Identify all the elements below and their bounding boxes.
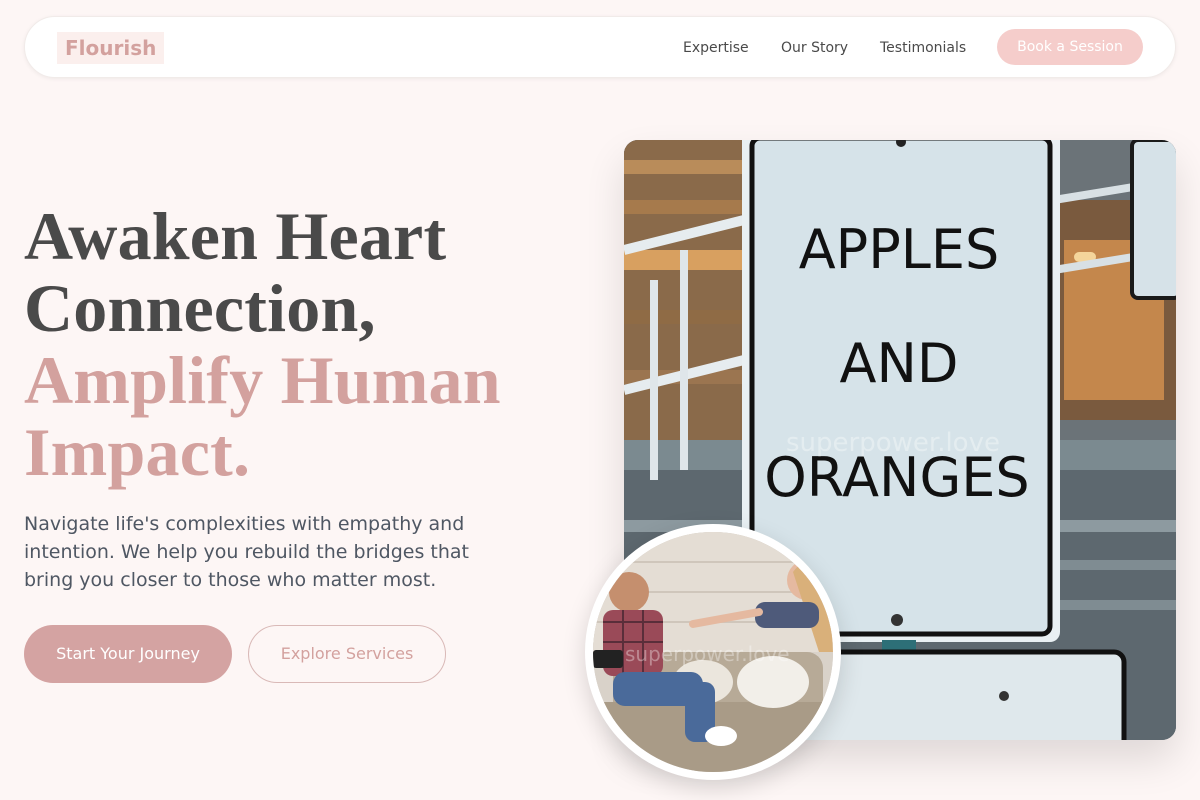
headline-accent-line-2: Impact.	[24, 414, 251, 490]
sign-text-and: AND	[840, 332, 959, 395]
sign-text-oranges: ORANGES	[764, 446, 1029, 509]
headline-line-2: Connection,	[24, 270, 376, 346]
headline-accent-line-1: Amplify Human	[24, 342, 501, 418]
book-session-button[interactable]: Book a Session	[997, 29, 1143, 65]
couple-photo-illustration	[593, 532, 833, 772]
landing-page: Flourish Expertise Our Story Testimonial…	[0, 0, 1200, 800]
explore-services-button[interactable]: Explore Services	[248, 625, 446, 683]
sign-text-apples: APPLES	[799, 218, 1000, 281]
couple-conversation-photo: superpower.love	[585, 524, 841, 780]
headline-line-1: Awaken Heart	[24, 198, 447, 274]
nav-link-expertise[interactable]: Expertise	[683, 39, 749, 57]
hero-headline: Awaken Heart Connection, Amplify Human I…	[24, 200, 584, 488]
nav-link-testimonials[interactable]: Testimonials	[880, 39, 966, 57]
site-header: Flourish Expertise Our Story Testimonial…	[24, 16, 1176, 78]
hero-subtext: Navigate life's complexities with empath…	[24, 513, 469, 591]
start-journey-button[interactable]: Start Your Journey	[24, 625, 232, 683]
brand-logo[interactable]: Flourish	[57, 32, 165, 64]
nav-link-our-story[interactable]: Our Story	[781, 39, 848, 57]
